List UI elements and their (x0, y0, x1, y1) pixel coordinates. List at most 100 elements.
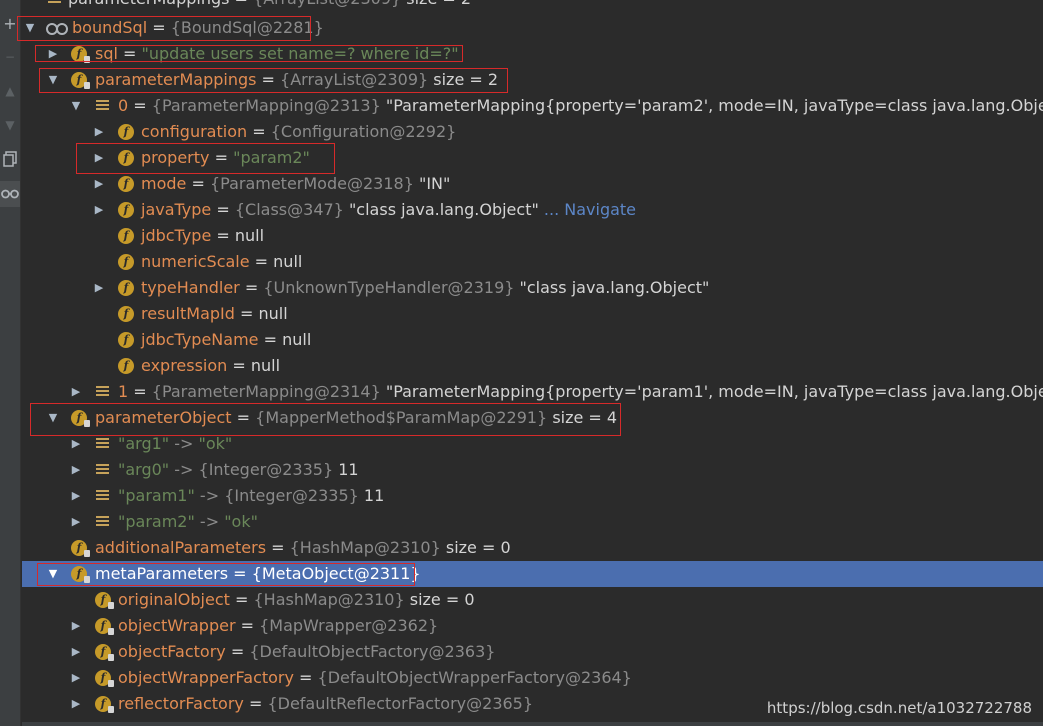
field-icon: f (118, 280, 134, 296)
variable-name: metaParameters (95, 564, 229, 583)
field-icon: f (95, 618, 114, 635)
map-key: "param1" (118, 486, 195, 505)
map-entry-icon (96, 463, 109, 476)
variable-reference: {DefaultObjectWrapperFactory@2364} (317, 668, 632, 687)
tree-row-originalObject[interactable]: f originalObject = {HashMap@2310} size =… (22, 587, 1043, 613)
variable-name: 0 (118, 96, 129, 115)
add-watch-button[interactable]: + (0, 10, 20, 36)
variable-name: reflectorFactory (118, 694, 244, 713)
field-icon: f (95, 696, 114, 713)
expand-toggle-icon[interactable]: ▶ (93, 145, 105, 171)
tree-row-objectFactory[interactable]: ▶ f objectFactory = {DefaultObjectFactor… (22, 639, 1043, 665)
variable-name: parameterMappings (95, 70, 257, 89)
expand-toggle-icon[interactable]: ▶ (47, 41, 59, 67)
tree-row-parameterMappings[interactable]: ▼ f parameterMappings = {ArrayList@2309}… (22, 67, 1043, 93)
tree-row-configuration[interactable]: ▶ f configuration = {Configuration@2292} (22, 119, 1043, 145)
expand-toggle-icon[interactable]: ▼ (70, 93, 82, 119)
tree-row-numericScale[interactable]: f numericScale = null (22, 249, 1043, 275)
navigate-link[interactable]: ... Navigate (539, 200, 636, 219)
tree-row-mode[interactable]: ▶ f mode = {ParameterMode@2318} "IN" (22, 171, 1043, 197)
list-icon (48, 0, 61, 5)
field-icon: f (71, 410, 90, 427)
field-icon: f (118, 202, 134, 218)
expand-toggle-icon[interactable]: ▶ (70, 639, 82, 665)
map-key: "param2" (118, 512, 195, 531)
tree-row-sql[interactable]: ▶ f sql = "update users set name=? where… (22, 41, 1043, 67)
variable-reference: {Class@347} (234, 200, 344, 219)
tree-row-expression[interactable]: f expression = null (22, 353, 1043, 379)
variable-name: originalObject (118, 590, 230, 609)
tree-row-javaType[interactable]: ▶ f javaType = {Class@347} "class java.l… (22, 197, 1043, 223)
tree-row-jdbcTypeName[interactable]: f jdbcTypeName = null (22, 327, 1043, 353)
expand-toggle-icon[interactable]: ▼ (47, 405, 59, 431)
move-down-button[interactable]: ▼ (0, 112, 20, 138)
variable-name: resultMapId (141, 304, 235, 323)
expand-toggle-icon[interactable]: ▶ (93, 197, 105, 223)
tree-row-parameterMappings-partial[interactable]: parameterMappings = {ArrayList@2309} siz… (22, 0, 1043, 12)
field-icon: f (95, 644, 114, 661)
variable-reference: {DefaultObjectFactory@2363} (249, 642, 496, 661)
expand-toggle-icon[interactable]: ▶ (93, 275, 105, 301)
variable-name: sql (95, 44, 118, 63)
tree-row-parameterObject[interactable]: ▼ f parameterObject = {MapperMethod$Para… (22, 405, 1043, 431)
horizontal-scrollbar[interactable] (22, 722, 1043, 726)
variable-reference: {MapWrapper@2362} (259, 616, 439, 635)
variable-reference: {BoundSql@2281} (170, 18, 324, 37)
tree-row-map-entry-arg1[interactable]: ▶ "arg1" -> "ok" (22, 431, 1043, 457)
tree-row-objectWrapperFactory[interactable]: ▶ f objectWrapperFactory = {DefaultObjec… (22, 665, 1043, 691)
watermark-text: https://blog.csdn.net/a1032722788 (766, 699, 1032, 717)
expand-toggle-icon[interactable]: ▶ (70, 509, 82, 535)
tree-row-jdbcType[interactable]: f jdbcType = null (22, 223, 1043, 249)
tree-row-boundSql[interactable]: ▼ boundSql = {BoundSql@2281} (22, 15, 1043, 41)
tree-row-objectWrapper[interactable]: ▶ f objectWrapper = {MapWrapper@2362} (22, 613, 1043, 639)
tree-row-map-entry-arg0[interactable]: ▶ "arg0" -> {Integer@2335} 11 (22, 457, 1043, 483)
debugger-toolbar: + − ▲ ▼ (0, 0, 21, 726)
variable-reference: {MapperMethod$ParamMap@2291} (255, 408, 548, 427)
remove-watch-button[interactable]: − (0, 44, 20, 70)
arrow-up-icon: ▲ (5, 84, 15, 98)
variable-reference: {ArrayList@2309} (253, 0, 401, 8)
variable-name: additionalParameters (95, 538, 267, 557)
expand-toggle-icon[interactable]: ▶ (70, 457, 82, 483)
variable-reference: {Integer@2335} (224, 486, 359, 505)
field-icon: f (118, 176, 134, 192)
field-icon: f (71, 72, 90, 89)
variable-reference: {HashMap@2310} (253, 590, 405, 609)
tree-row-mapping-1[interactable]: ▶ 1 = {ParameterMapping@2314} "Parameter… (22, 379, 1043, 405)
expand-toggle-icon[interactable]: ▼ (47, 67, 59, 93)
variable-reference: {MetaObject@2311} (251, 564, 421, 583)
copy-button[interactable] (0, 146, 20, 172)
copy-icon (3, 151, 17, 167)
expand-toggle-icon[interactable]: ▶ (70, 379, 82, 405)
expand-toggle-icon[interactable]: ▶ (70, 665, 82, 691)
tree-row-additionalParameters[interactable]: f additionalParameters = {HashMap@2310} … (22, 535, 1043, 561)
move-up-button[interactable]: ▲ (0, 78, 20, 104)
tree-row-property[interactable]: ▶ f property = "param2" (22, 145, 1043, 171)
expand-toggle-icon[interactable]: ▶ (93, 171, 105, 197)
tree-row-mapping-0[interactable]: ▼ 0 = {ParameterMapping@2313} "Parameter… (22, 93, 1043, 119)
variable-name: parameterObject (95, 408, 232, 427)
variable-reference: {ParameterMode@2318} (209, 174, 414, 193)
tree-row-resultMapId[interactable]: f resultMapId = null (22, 301, 1043, 327)
field-icon: f (118, 124, 134, 140)
watches-toggle-button[interactable] (0, 181, 20, 207)
expand-toggle-icon[interactable]: ▶ (70, 691, 82, 717)
expand-toggle-icon[interactable]: ▶ (93, 119, 105, 145)
tree-row-metaParameters[interactable]: ▼ f metaParameters = {MetaObject@2311} (22, 561, 1043, 587)
variable-name: numericScale (141, 252, 250, 271)
variable-name: jdbcTypeName (141, 330, 259, 349)
list-icon (96, 99, 109, 112)
string-value: "param2" (233, 148, 310, 167)
tree-row-map-entry-param2[interactable]: ▶ "param2" -> "ok" (22, 509, 1043, 535)
expand-toggle-icon[interactable]: ▼ (24, 15, 36, 41)
tree-row-typeHandler[interactable]: ▶ f typeHandler = {UnknownTypeHandler@23… (22, 275, 1043, 301)
field-icon: f (71, 566, 90, 583)
expand-toggle-icon[interactable]: ▶ (70, 483, 82, 509)
expand-toggle-icon[interactable]: ▶ (70, 431, 82, 457)
list-icon (96, 385, 109, 398)
tree-row-map-entry-param1[interactable]: ▶ "param1" -> {Integer@2335} 11 (22, 483, 1043, 509)
map-key: "arg0" (118, 460, 170, 479)
expand-toggle-icon[interactable]: ▼ (47, 561, 59, 587)
expand-toggle-icon[interactable]: ▶ (70, 613, 82, 639)
field-icon: f (95, 670, 114, 687)
